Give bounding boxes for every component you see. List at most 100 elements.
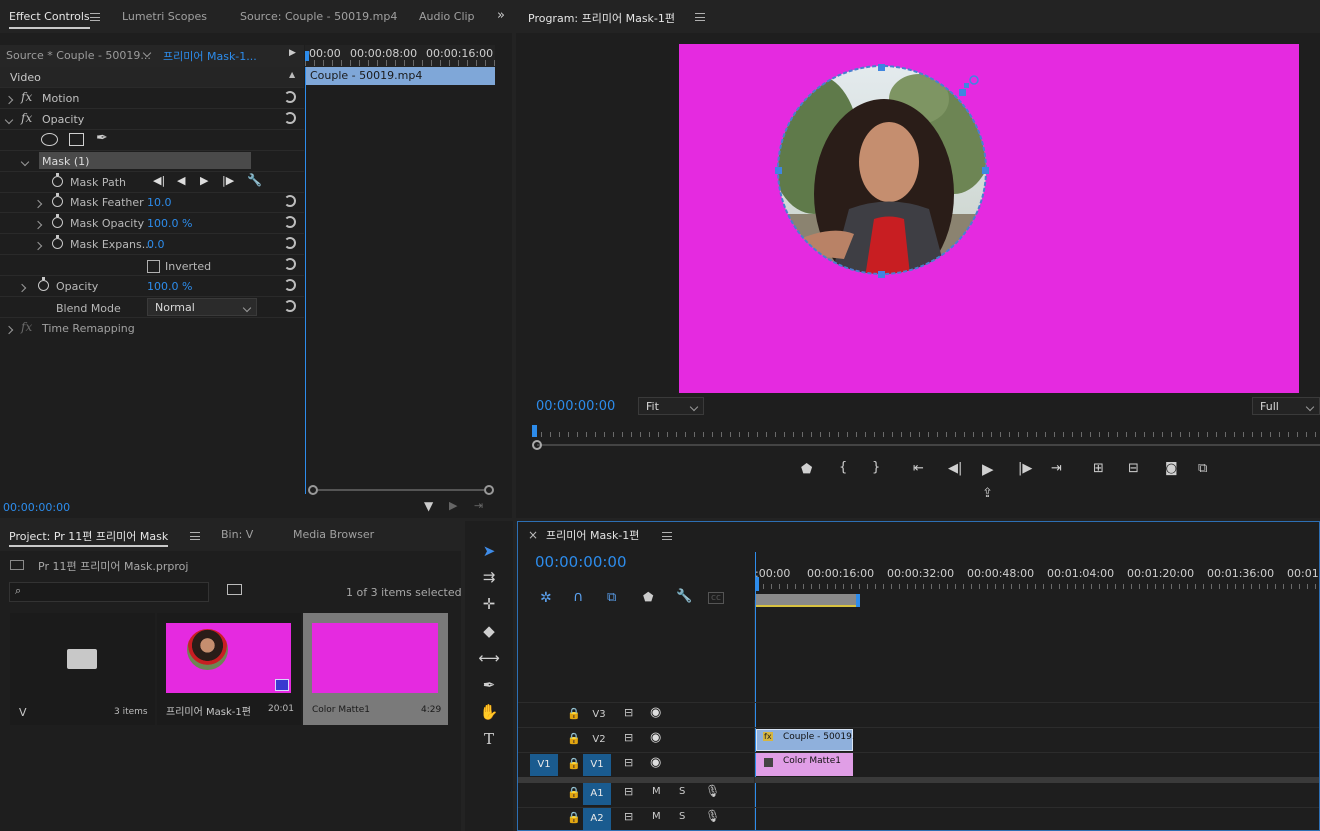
reset-icon[interactable] (284, 258, 296, 270)
pen-tool-icon[interactable]: ✒ (477, 674, 501, 696)
sync-lock-icon[interactable]: ⊟ (624, 785, 633, 798)
go-to-out-icon[interactable]: ⇥ (1051, 461, 1062, 476)
search-input[interactable]: ⌕ (9, 582, 209, 602)
ec-timeline-ruler[interactable]: 00:00 00:00:08:00 00:00:16:00 (305, 45, 495, 67)
track-target-v3[interactable]: V3 (585, 704, 613, 726)
timeline-ruler[interactable]: :00:00 00:00:16:00 00:00:32:00 00:00:48:… (755, 550, 1319, 607)
lock-icon[interactable]: 🔒 (567, 811, 581, 824)
clip-couple[interactable]: fx Couple - 50019. (756, 729, 855, 751)
effect-time-remapping[interactable]: fx Time Remapping (0, 318, 304, 339)
timeline-timecode[interactable]: 00:00:00:00 (535, 553, 627, 571)
comparison-view-icon[interactable]: ⧉ (1198, 461, 1207, 476)
mark-in-icon[interactable]: { (839, 460, 847, 475)
track-back-one-icon[interactable]: ◀ (177, 174, 185, 187)
tab-lumetri-scopes[interactable]: Lumetri Scopes (122, 10, 207, 23)
selection-tool-icon[interactable]: ➤ (477, 540, 501, 562)
timeline-title[interactable]: 프리미어 Mask-1편 (546, 527, 639, 543)
mute-button[interactable]: M (652, 786, 661, 797)
stopwatch-icon[interactable] (52, 214, 63, 231)
tab-program[interactable]: Program: 프리미어 Mask-1편 (528, 10, 675, 26)
track-forward-one-icon[interactable]: ▶ (200, 174, 208, 187)
menu-icon[interactable] (190, 532, 200, 540)
menu-icon[interactable] (695, 13, 705, 21)
wrench-icon[interactable]: 🔧 (676, 589, 692, 604)
opacity-value[interactable]: 100.0 % (147, 280, 192, 293)
play-only-icon[interactable]: ▶ (289, 48, 296, 58)
reset-icon[interactable] (284, 112, 296, 124)
nest-toggle-icon[interactable]: ✲ (540, 590, 552, 606)
mute-button[interactable]: M (652, 811, 661, 822)
reset-icon[interactable] (284, 279, 296, 291)
go-to-in-icon[interactable]: ⇤ (913, 461, 924, 476)
track-target-a1[interactable]: A1 (583, 783, 611, 805)
ellipse-mask-icon[interactable] (41, 133, 58, 146)
lock-icon[interactable]: 🔒 (567, 786, 581, 799)
effect-motion[interactable]: fx Motion (0, 88, 304, 109)
lock-icon[interactable]: 🔒 (567, 757, 581, 770)
eye-icon[interactable]: ◉ (650, 755, 661, 770)
sequence-label[interactable]: 프리미어 Mask-1... (163, 48, 257, 64)
work-area-bar[interactable] (755, 594, 858, 607)
add-marker-icon[interactable]: ⬟ (643, 590, 653, 604)
export-frame-icon[interactable]: ◙ (1165, 461, 1178, 476)
tab-project[interactable]: Project: Pr 11편 프리미어 Mask (9, 528, 169, 547)
tab-media-browser[interactable]: Media Browser (293, 528, 374, 541)
export-media-icon[interactable]: ⇪ (982, 486, 993, 501)
program-scrubber[interactable] (532, 425, 1320, 450)
step-back-icon[interactable]: ◀| (948, 461, 962, 476)
new-bin-icon[interactable] (227, 584, 242, 595)
more-tabs-icon[interactable]: » (497, 8, 505, 23)
snap-icon[interactable]: ∩ (573, 589, 583, 605)
reset-icon[interactable] (284, 237, 296, 249)
blend-mode-select[interactable]: Normal (147, 298, 257, 316)
tab-audio-clip[interactable]: Audio Clip (419, 10, 475, 23)
track-target-v2[interactable]: V2 (585, 729, 613, 751)
stopwatch-icon[interactable] (52, 235, 63, 252)
program-timecode[interactable]: 00:00:00:00 (536, 399, 615, 414)
menu-icon[interactable] (90, 13, 100, 21)
clip-color-matte[interactable]: Color Matte1 (756, 753, 853, 776)
razor-tool-icon[interactable]: ◆ (477, 620, 501, 642)
slip-tool-icon[interactable]: ⟷ (477, 647, 501, 669)
ec-clip-bar[interactable]: Couple - 50019.mp4 (305, 67, 495, 85)
type-tool-icon[interactable]: T (477, 728, 501, 750)
source-patch-v1[interactable]: V1 (530, 754, 558, 776)
add-marker-icon[interactable]: ⬟ (801, 462, 812, 477)
reset-icon[interactable] (284, 91, 296, 103)
mask-1-row[interactable]: Mask (1) (0, 151, 304, 172)
program-frame[interactable] (679, 44, 1299, 393)
track-target-a2[interactable]: A2 (583, 808, 611, 830)
reset-icon[interactable] (284, 195, 296, 207)
stopwatch-icon[interactable] (38, 277, 49, 294)
track-backward-icon[interactable]: ◀| (153, 174, 165, 187)
solo-button[interactable]: S (679, 811, 685, 822)
step-forward-icon[interactable]: |▶ (1018, 461, 1032, 476)
project-item-color-matte[interactable]: Color Matte1 4:29 (303, 613, 448, 725)
fx-icon[interactable]: fx (21, 90, 32, 104)
rectangle-mask-icon[interactable] (69, 133, 84, 146)
playhead[interactable] (305, 51, 309, 61)
reset-icon[interactable] (284, 216, 296, 228)
playhead[interactable] (532, 425, 537, 437)
inverted-checkbox[interactable] (147, 260, 160, 273)
wrench-icon[interactable]: 🔧 (247, 173, 262, 187)
fx-icon[interactable]: fx (21, 111, 32, 125)
resolution-select[interactable]: Full (1252, 397, 1320, 415)
project-item-folder[interactable]: V 3 items (10, 613, 155, 725)
lock-icon[interactable]: 🔒 (567, 732, 581, 745)
tab-source[interactable]: Source: Couple - 50019.mp4 (240, 10, 397, 23)
effect-opacity[interactable]: fx Opacity (0, 109, 304, 130)
hand-tool-icon[interactable]: ✋ (477, 701, 501, 723)
lock-icon[interactable]: 🔒 (567, 707, 581, 720)
stopwatch-icon[interactable] (52, 173, 63, 190)
ec-zoom-scrollbar[interactable] (308, 485, 494, 495)
microphone-icon[interactable]: 🎙 (705, 784, 720, 798)
ec-timecode[interactable]: 00:00:00:00 (3, 501, 70, 514)
mask-feather-value[interactable]: 10.0 (147, 196, 172, 209)
track-select-tool-icon[interactable]: ⇉ (477, 566, 501, 588)
reset-icon[interactable] (284, 300, 296, 312)
project-item-sequence[interactable]: 프리미어 Mask-1편 20:01 (157, 613, 301, 725)
close-icon[interactable]: × (528, 528, 538, 542)
sync-lock-icon[interactable]: ⊟ (624, 810, 633, 823)
chevron-down-icon[interactable] (142, 46, 152, 59)
